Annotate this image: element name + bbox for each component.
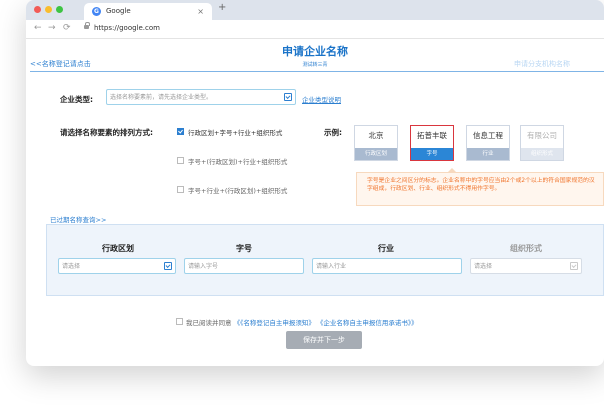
column-header-tradename: 字号 xyxy=(236,244,252,253)
tradename-tooltip: 字号是企业之间区分的标志。企业名称中的字号应当由2个或2个以上的符合国家规范的汉… xyxy=(356,168,604,206)
credit-commitment-link[interactable]: 《企业名称自主申报信用承诺书》》 xyxy=(317,319,418,327)
org-form-placeholder: 请选择 xyxy=(474,263,493,270)
lock-icon xyxy=(84,22,90,29)
example-industry-text: 信息工程 xyxy=(473,131,503,140)
browser-tab[interactable]: G Google × xyxy=(84,3,212,20)
minimize-window-dot[interactable] xyxy=(45,6,52,13)
example-card-org-form: 有限公司 组织形式 xyxy=(520,125,564,161)
enterprise-type-input[interactable]: 选择名称要素前，请先选择企业类型。 xyxy=(106,89,296,105)
page-title: 申请企业名称 xyxy=(282,45,348,58)
example-card-region: 北京 行政区划 xyxy=(354,125,398,161)
tab-close-icon[interactable]: × xyxy=(197,3,204,20)
example-card-industry: 信息工程 行业 xyxy=(466,125,510,161)
arrangement-option-1-label: 行政区划+字号+行业+组织形式 xyxy=(188,129,283,137)
example-org-form-text: 有限公司 xyxy=(527,131,557,140)
maximize-window-dot[interactable] xyxy=(56,6,63,13)
tradename-input[interactable]: 请输入字号 xyxy=(184,258,304,274)
enterprise-type-placeholder: 选择名称要素前，请先选择企业类型。 xyxy=(110,94,213,101)
region-select-icon[interactable] xyxy=(164,262,172,270)
arrangement-option-3-checkbox[interactable] xyxy=(177,186,184,193)
arrangement-option-3-label: 字号+行业+(行政区划)+组织形式 xyxy=(188,187,288,195)
forward-arrow-icon[interactable]: → xyxy=(48,23,56,33)
example-card-tradename: 拓普丰联 字号 xyxy=(410,125,454,161)
name-registration-link[interactable]: <<名称登记请点击 xyxy=(30,59,91,69)
example-org-form-tag: 组织形式 xyxy=(521,148,563,160)
region-select[interactable]: 请选择 xyxy=(58,258,176,274)
url-field[interactable]: https://google.com xyxy=(94,24,160,32)
enterprise-type-label: 企业类型: xyxy=(60,95,93,104)
example-label: 示例: xyxy=(324,128,342,137)
expired-name-query-link[interactable]: 已过期名称查询>> xyxy=(50,214,106,224)
save-next-button[interactable]: 保存并下一步 xyxy=(286,331,362,349)
industry-input[interactable]: 请输入行业 xyxy=(312,258,462,274)
arrangement-option-2-label: 字号+(行政区划)+行业+组织形式 xyxy=(188,158,288,166)
org-form-select[interactable]: 请选择 xyxy=(470,258,582,274)
industry-placeholder: 请输入行业 xyxy=(316,263,347,270)
arrangement-option-1-checkbox[interactable] xyxy=(177,128,184,135)
column-header-org-form: 组织形式 xyxy=(510,244,542,253)
tradename-placeholder: 请输入字号 xyxy=(188,263,219,270)
browser-window: G Google × + ← → ⟳ https://google.com 申请… xyxy=(26,0,604,366)
example-tradename-tag: 字号 xyxy=(411,148,453,160)
address-bar: ← → ⟳ https://google.com xyxy=(26,20,604,39)
close-window-dot[interactable] xyxy=(34,6,41,13)
registration-notice-link[interactable]: 《《名称登记自主申报须知》 xyxy=(234,319,315,327)
google-favicon-icon: G xyxy=(92,7,101,16)
region-placeholder: 请选择 xyxy=(62,263,81,270)
enterprise-type-help-link[interactable]: 企业类型说明 xyxy=(302,94,341,104)
header-divider xyxy=(30,71,604,72)
page-content: 申请企业名称 测试转三青 <<名称登记请点击 申请分支机构名称 企业类型: 选择… xyxy=(26,39,604,366)
agreement-text: 我已阅读并同意 《《名称登记自主申报须知》 《企业名称自主申报信用承诺书》》 xyxy=(186,317,418,327)
browser-tab-bar: G Google × + xyxy=(26,0,604,20)
example-region-tag: 行政区划 xyxy=(355,148,397,160)
column-header-industry: 行业 xyxy=(378,244,394,253)
new-tab-button[interactable]: + xyxy=(218,2,226,13)
reload-icon[interactable]: ⟳ xyxy=(63,23,71,33)
arrangement-label: 请选择名称要素的排列方式: xyxy=(60,128,153,137)
tab-title: Google xyxy=(106,7,131,15)
agreement-prefix: 我已阅读并同意 xyxy=(186,319,232,327)
agreement-checkbox[interactable] xyxy=(176,318,183,325)
example-tradename-text: 拓普丰联 xyxy=(417,131,447,140)
example-industry-tag: 行业 xyxy=(467,148,509,160)
select-check-icon[interactable] xyxy=(284,93,292,101)
org-form-select-icon[interactable] xyxy=(570,262,578,270)
back-arrow-icon[interactable]: ← xyxy=(34,23,42,33)
column-header-region: 行政区划 xyxy=(102,244,134,253)
example-region-text: 北京 xyxy=(368,131,384,140)
branch-name-link[interactable]: 申请分支机构名称 xyxy=(514,59,570,69)
arrangement-option-2-checkbox[interactable] xyxy=(177,157,184,164)
